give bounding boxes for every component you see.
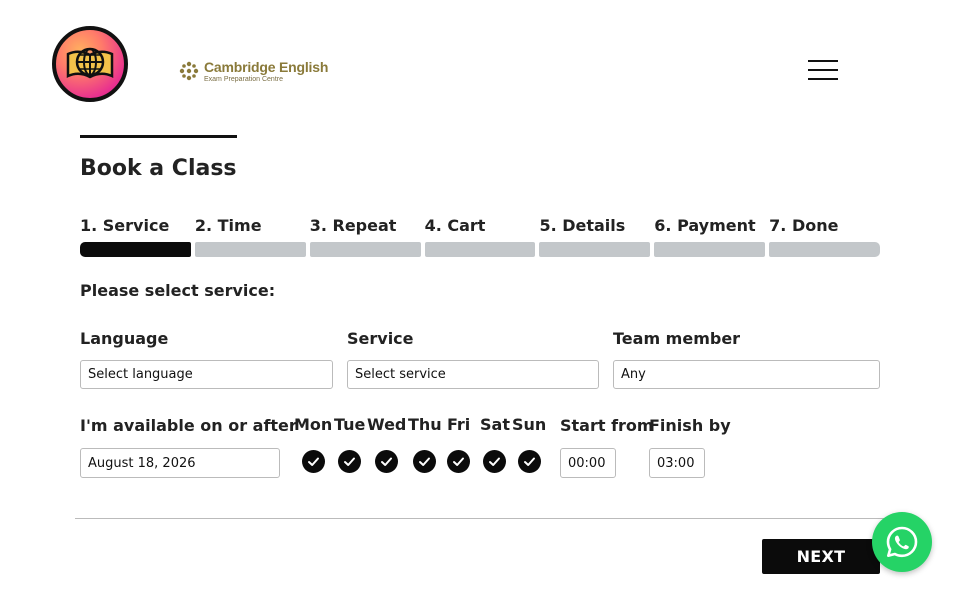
day-label: Thu xyxy=(408,415,442,434)
cambridge-crest-icon xyxy=(179,61,199,81)
step-label: 2. Time xyxy=(194,216,262,235)
globe-book-icon xyxy=(66,47,114,79)
checkmark-icon xyxy=(381,457,393,466)
day-fri: Fri xyxy=(447,415,470,473)
checkmark-icon xyxy=(489,457,501,466)
day-label: Mon xyxy=(294,415,333,434)
step-details[interactable]: 5. Details xyxy=(539,216,651,257)
whatsapp-chat-button[interactable] xyxy=(872,512,932,572)
checkmark-icon xyxy=(307,457,319,466)
step-progress-bar xyxy=(80,242,191,257)
step-progress-bar xyxy=(654,242,766,257)
day-label: Wed xyxy=(367,415,407,434)
service-label: Service xyxy=(347,329,414,348)
day-checkbox-tue[interactable] xyxy=(338,450,362,473)
day-sat: Sat xyxy=(480,415,510,473)
brand-logo[interactable] xyxy=(52,26,128,102)
day-sun: Sun xyxy=(512,415,546,473)
checkmark-icon xyxy=(344,457,356,466)
day-tue: Tue xyxy=(334,415,365,473)
finish-by-label: Finish by xyxy=(649,416,731,435)
next-button[interactable]: NEXT xyxy=(762,539,880,574)
day-checkbox-mon[interactable] xyxy=(301,450,325,473)
day-checkbox-wed[interactable] xyxy=(375,450,399,473)
day-label: Sun xyxy=(512,415,547,434)
hamburger-menu-icon[interactable] xyxy=(808,60,838,80)
day-checkbox-sat[interactable] xyxy=(483,450,507,473)
start-from-label: Start from xyxy=(560,416,654,435)
day-label: Tue xyxy=(334,415,366,434)
step-cart[interactable]: 4. Cart xyxy=(424,216,536,257)
finish-by-select[interactable]: 03:00 xyxy=(649,448,705,478)
step-time[interactable]: 2. Time xyxy=(194,216,306,257)
step-progress-bar xyxy=(309,242,421,257)
step-progress-bar xyxy=(194,242,306,257)
available-date-label: I'm available on or after xyxy=(80,416,297,435)
language-label: Language xyxy=(80,329,169,348)
day-checkbox-fri[interactable] xyxy=(447,450,471,473)
partner-logo-sub: Exam Preparation Centre xyxy=(204,75,283,83)
cambridge-english-logo[interactable]: Cambridge English Exam Preparation Centr… xyxy=(178,56,328,86)
step-label: 1. Service xyxy=(80,216,170,235)
service-prompt: Please select service: xyxy=(80,281,276,300)
day-mon: Mon xyxy=(294,415,332,473)
step-payment[interactable]: 6. Payment xyxy=(654,216,766,257)
step-label: 4. Cart xyxy=(424,216,486,235)
booking-steps: 1. Service 2. Time 3. Repeat 4. Cart 5. … xyxy=(80,216,881,257)
team-member-label: Team member xyxy=(613,329,741,348)
available-date-input[interactable]: August 18, 2026 xyxy=(80,448,280,478)
step-progress-bar xyxy=(769,242,881,257)
day-wed: Wed xyxy=(367,415,406,473)
start-from-select[interactable]: 00:00 xyxy=(560,448,616,478)
whatsapp-icon xyxy=(886,526,918,558)
day-checkbox-sun[interactable] xyxy=(517,450,541,473)
step-progress-bar xyxy=(539,242,651,257)
step-label: 7. Done xyxy=(769,216,839,235)
checkmark-icon xyxy=(453,457,465,466)
partner-logo-name: Cambridge English xyxy=(204,58,329,75)
step-label: 6. Payment xyxy=(654,216,756,235)
day-label: Fri xyxy=(447,415,471,434)
team-member-select[interactable]: Any xyxy=(613,360,880,389)
step-service[interactable]: 1. Service xyxy=(80,216,191,257)
step-label: 5. Details xyxy=(539,216,626,235)
page-title: Book a Class xyxy=(80,156,237,181)
form-divider xyxy=(75,518,885,519)
day-thu: Thu xyxy=(408,415,442,473)
checkmark-icon xyxy=(523,457,535,466)
service-select[interactable]: Select service xyxy=(347,360,599,389)
checkmark-icon xyxy=(419,457,431,466)
step-done[interactable]: 7. Done xyxy=(769,216,881,257)
title-rule xyxy=(80,135,237,138)
language-select[interactable]: Select language xyxy=(80,360,333,389)
step-label: 3. Repeat xyxy=(309,216,397,235)
step-repeat[interactable]: 3. Repeat xyxy=(309,216,421,257)
day-label: Sat xyxy=(480,415,510,434)
step-progress-bar xyxy=(424,242,536,257)
day-checkbox-thu[interactable] xyxy=(413,450,437,473)
